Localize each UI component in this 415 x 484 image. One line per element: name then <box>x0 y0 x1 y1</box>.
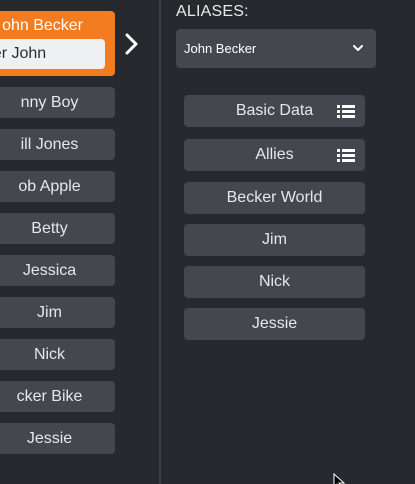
jim-button[interactable]: Jim <box>184 224 365 256</box>
list-icon <box>337 105 355 118</box>
active-character-title: ohn Becker <box>2 17 83 34</box>
character-item-label: ill Jones <box>20 136 79 153</box>
character-item-label: Jessica <box>22 262 77 279</box>
jim-label: Jim <box>262 231 287 248</box>
jessie-label: Jessie <box>251 315 298 332</box>
nick-button[interactable]: Nick <box>184 266 365 298</box>
chevron-down-icon <box>353 45 363 51</box>
allies-label: Allies <box>255 146 294 163</box>
allies-button[interactable]: Allies <box>184 139 365 171</box>
character-item-label: Betty <box>31 220 68 237</box>
alias-name-input[interactable]: uper John <box>0 39 105 69</box>
becker-world-button[interactable]: Becker World <box>184 182 365 214</box>
aliases-label: ALIASES: <box>176 3 249 20</box>
jessie-button[interactable]: Jessie <box>184 308 365 340</box>
list-icon <box>337 149 355 162</box>
character-item[interactable]: Jim <box>0 297 115 328</box>
character-item-label: nny Boy <box>20 94 79 111</box>
character-item-label: Jessie <box>26 430 73 447</box>
becker-world-label: Becker World <box>226 189 323 206</box>
character-item-label: ob Apple <box>18 178 81 195</box>
character-item[interactable]: Jessie <box>0 423 115 454</box>
character-item[interactable]: Jessica <box>0 255 115 286</box>
app-page: ohn Becker uper John nny Boy ill Jones o… <box>0 0 415 484</box>
alias-name-input-value: uper John <box>0 45 47 62</box>
alias-select[interactable]: John Becker <box>176 29 376 68</box>
character-item[interactable]: ob Apple <box>0 171 115 202</box>
mouse-cursor-icon <box>333 473 346 484</box>
panel-divider <box>159 0 161 484</box>
chevron-right-icon[interactable] <box>121 31 143 57</box>
basic-data-label: Basic Data <box>235 102 314 119</box>
character-item-label: Jim <box>37 304 62 321</box>
character-item-label: Nick <box>33 346 66 363</box>
character-item-label: cker Bike <box>16 388 83 405</box>
character-item[interactable]: cker Bike <box>0 381 115 412</box>
character-item[interactable]: nny Boy <box>0 87 115 118</box>
character-item[interactable]: Betty <box>0 213 115 244</box>
active-character-card[interactable]: ohn Becker uper John <box>0 11 115 76</box>
character-item[interactable]: ill Jones <box>0 129 115 160</box>
nick-label: Nick <box>258 273 291 290</box>
alias-select-value: John Becker <box>184 41 257 56</box>
character-list: ohn Becker uper John nny Boy ill Jones o… <box>0 0 160 484</box>
character-item[interactable]: Nick <box>0 339 115 370</box>
basic-data-button[interactable]: Basic Data <box>184 95 365 127</box>
